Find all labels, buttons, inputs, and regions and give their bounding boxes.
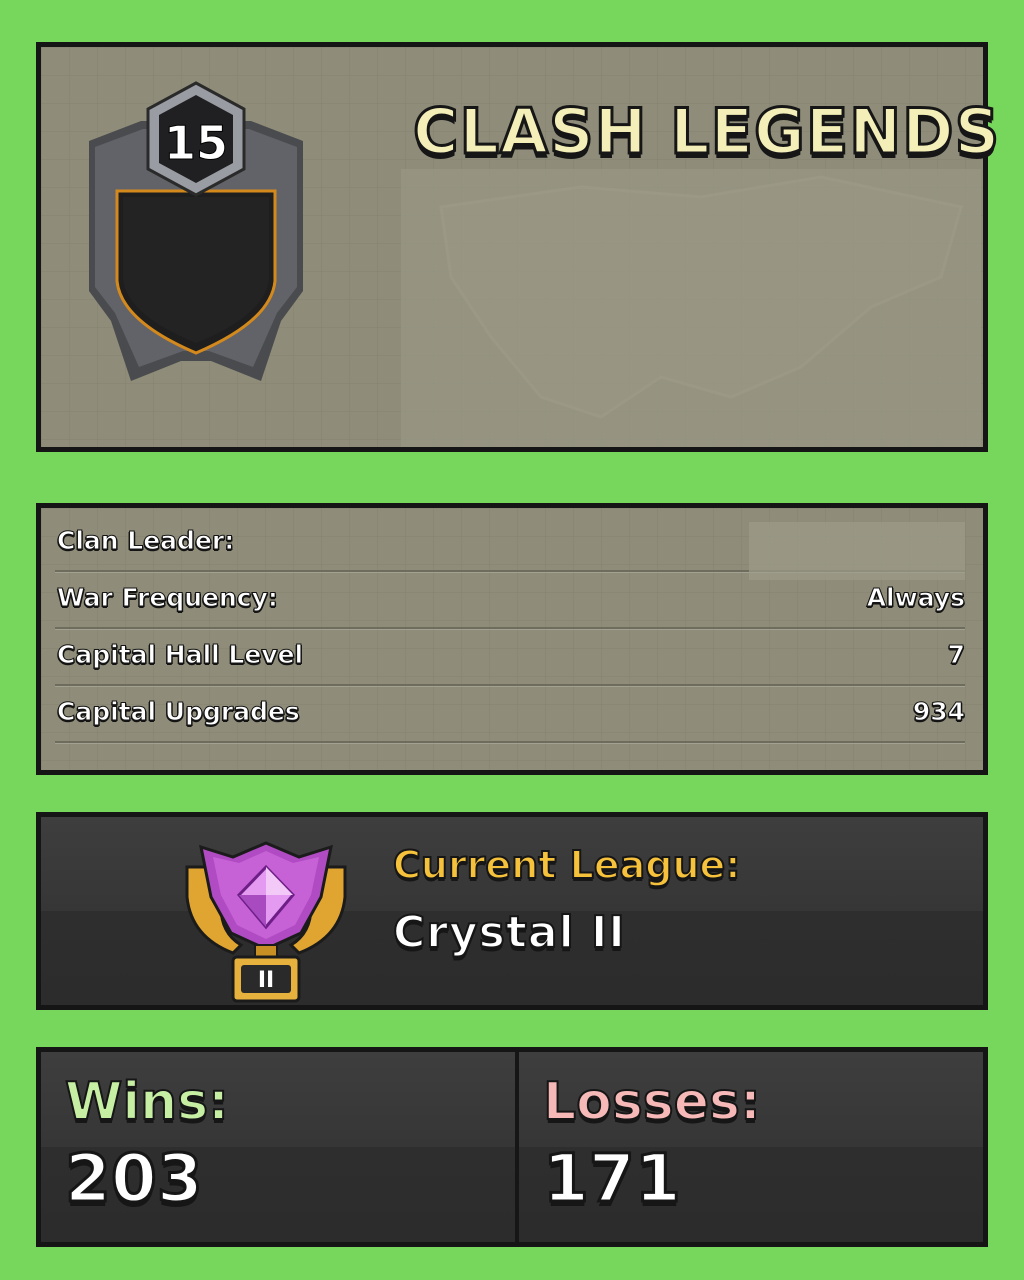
wins-section: Wins: 203 [41,1052,519,1242]
info-label: War Frequency: [57,583,279,613]
redacted-area [401,169,981,447]
info-label: Clan Leader: [56,526,235,556]
info-row-capital-upgrades: Capital Upgrades 934 [55,685,966,743]
info-row-clan-leader: Clan Leader: [55,514,965,580]
war-record-panel: Wins: 203 Losses: 171 [36,1047,988,1247]
info-value: 934 [912,697,965,727]
losses-label: Losses: [542,1071,762,1133]
info-row-capital-hall-level: Capital Hall Level 7 [55,628,966,686]
info-label: Capital Upgrades [57,697,301,727]
clan-name: CLASH LEGENDS [411,94,1001,170]
league-panel: II Current League: Crystal II [36,812,988,1010]
info-value: Always [866,583,965,613]
clan-badge-icon: 15 [89,81,303,381]
current-league-label: Current League: [392,842,741,888]
losses-value: 171 [542,1139,683,1219]
clan-info-panel: Clan Leader: War Frequency: Always Capit… [36,503,988,775]
wins-value: 203 [64,1139,205,1219]
info-label: Capital Hall Level [56,640,304,670]
crystal-league-icon: II [185,841,347,1003]
wins-label: Wins: [64,1071,230,1133]
info-row-war-frequency: War Frequency: Always [55,571,966,629]
league-rank-numeral: II [258,968,274,993]
clan-level-text: 15 [164,116,228,170]
info-value: 7 [947,640,965,670]
losses-section: Losses: 171 [519,1052,983,1242]
clan-header-panel: 15 CLASH LEGENDS [36,42,1001,452]
current-league-value: Crystal II [392,906,626,959]
